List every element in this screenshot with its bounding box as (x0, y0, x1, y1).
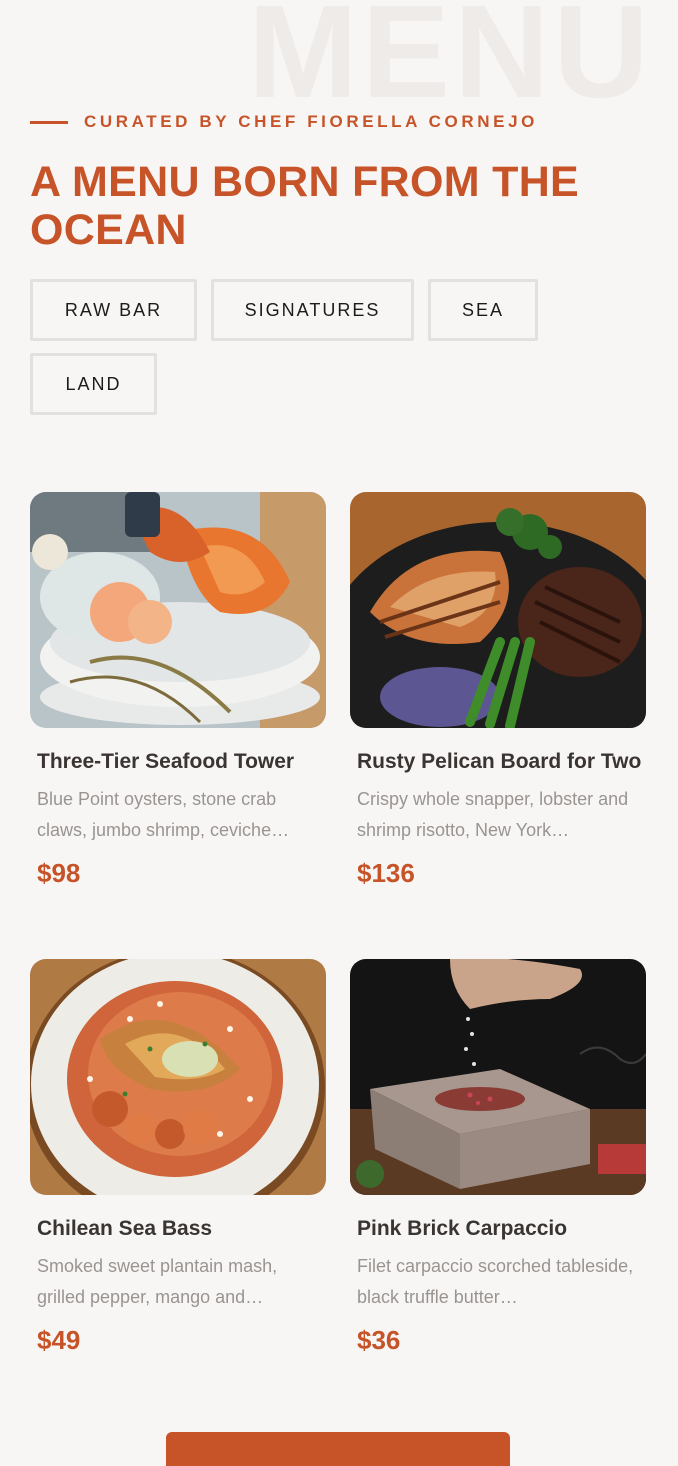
salt-brick-carpaccio-photo (350, 959, 646, 1195)
menu-item-price: $98 (37, 858, 81, 888)
sea-bass-risotto-photo (30, 959, 326, 1195)
menu-item-name: Three-Tier Seafood Tower (37, 750, 295, 773)
tab-land[interactable]: LAND (30, 353, 157, 415)
eyebrow-rule (30, 120, 68, 124)
menu-card[interactable]: Chilean Sea Bass Smoked sweet plantain m… (30, 959, 326, 1356)
page-title: A MENU BORN FROM THE OCEAN (30, 158, 580, 254)
menu-item-description: Smoked sweet plantain mash, grilled pepp… (37, 1256, 278, 1307)
menu-item-price: $36 (357, 1325, 401, 1355)
menu-card[interactable]: Three-Tier Seafood Tower Blue Point oyst… (30, 492, 326, 889)
menu-item-name: Pink Brick Carpaccio (357, 1217, 568, 1240)
tab-raw-bar[interactable]: RAW BAR (30, 279, 197, 341)
menu-item-description: Blue Point oysters, stone crab claws, ju… (37, 789, 290, 840)
menu-card[interactable]: Rusty Pelican Board for Two Crispy whole… (350, 492, 646, 889)
tab-signatures[interactable]: SIGNATURES (211, 279, 414, 341)
menu-card[interactable]: Pink Brick Carpaccio Filet carpaccio sco… (350, 959, 646, 1356)
eyebrow-text: CURATED BY CHEF FIORELLA CORNEJO (84, 112, 538, 131)
menu-item-description: Crispy whole snapper, lobster and shrimp… (357, 789, 629, 840)
menu-item-description: Filet carpaccio scorched tableside, blac… (357, 1256, 634, 1307)
eyebrow: CURATED BY CHEF FIORELLA CORNEJO (30, 112, 538, 132)
tab-sea[interactable]: SEA (428, 279, 538, 341)
menu-item-price: $49 (37, 1325, 81, 1355)
menu-item-price: $136 (357, 858, 415, 888)
surf-and-turf-board-photo (350, 492, 646, 728)
view-full-menu-button[interactable] (166, 1432, 510, 1466)
menu-section: MENU CURATED BY CHEF FIORELLA CORNEJO A … (0, 0, 678, 1466)
seafood-tower-photo (30, 492, 326, 728)
menu-item-name: Chilean Sea Bass (37, 1217, 213, 1240)
menu-item-name: Rusty Pelican Board for Two (357, 750, 642, 773)
background-watermark-word: MENU (248, 0, 653, 125)
